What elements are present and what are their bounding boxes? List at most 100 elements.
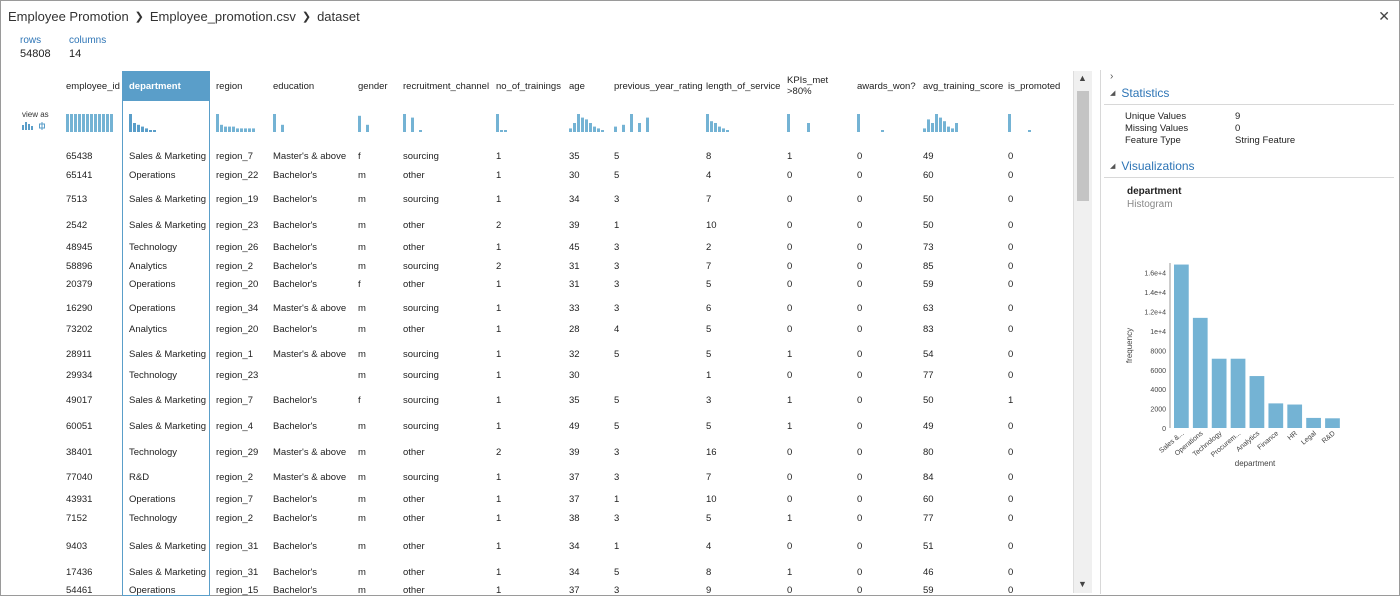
mini-histogram-bar [248,128,251,132]
table-row[interactable]: 73202 Analytics region_20 Bachelor's m other 1… [0,322,1070,337]
column-header-gender[interactable]: gender [358,71,398,101]
table-row[interactable]: 20379 Operations region_20 Bachelor's f other… [0,277,1070,292]
table-row[interactable]: 28911 Sales & Marketing region_1 Master's &… [0,343,1070,365]
x-tick-label: R&D [1321,430,1337,445]
histogram-bar[interactable] [1306,417,1321,428]
mini-histogram-bar [1008,114,1011,132]
column-header-previous-year-rating[interactable]: previous_year_rating [614,71,704,101]
histogram-bar[interactable] [1174,264,1189,428]
table-cell-department: Analytics [129,261,168,272]
table-cell-awards-won-: 0 [857,540,863,552]
collapse-triangle-icon: ◢ [1110,90,1116,97]
histogram-bar[interactable] [1192,317,1208,428]
histogram-bar[interactable] [1325,418,1340,428]
table-row[interactable]: 58896 Analytics region_2 Bachelor's m sourcin… [0,259,1070,274]
table-cell-recruitment-channel: other [403,324,425,335]
column-header-department[interactable]: department [122,71,210,101]
table-cell-previous-year-rating: 4 [614,324,620,335]
column-header-region[interactable]: region [216,71,271,101]
table-cell-kpis-met-80-: 0 [787,324,793,335]
mini-histogram-bar [94,114,97,132]
column-header-education[interactable]: education [273,71,353,101]
table-row[interactable]: 77040 R&D region_2 Master's & above m sourcin… [0,466,1070,488]
table-cell-region: region_34 [216,302,259,314]
mini-histogram-bar [244,128,247,132]
scroll-down-icon[interactable]: ▼ [1078,579,1087,589]
table-cell-no-of-trainings: 1 [496,194,502,205]
table-row[interactable]: 7513 Sales & Marketing region_19 Bachelor's… [0,187,1070,212]
column-header-age[interactable]: age [569,71,609,101]
histogram-bar[interactable] [1249,376,1265,428]
mini-histogram-bar [577,114,580,132]
column-header-kpis-met-80-[interactable]: KPIs_met >80% [787,71,855,101]
table-cell-length-of-service: 5 [706,324,712,335]
visualizations-section-header[interactable]: ◢ Visualizations [1110,159,1394,173]
table-row[interactable]: 17436 Sales & Marketing region_31 Bachelor'… [0,561,1070,583]
table-cell-region: region_26 [216,242,259,253]
expand-panel-icon[interactable]: › [1110,71,1394,82]
table-cell-employee-id: 2542 [66,219,88,231]
table-row[interactable]: 7152 Technology region_2 Bachelor's m other 1 3… [0,511,1070,526]
y-tick-label: 2000 [1150,407,1166,414]
scroll-up-icon[interactable]: ▲ [1078,73,1087,83]
mini-histogram-bar [86,114,89,132]
column-header-avg-training-score[interactable]: avg_training_score [923,71,1007,101]
table-row[interactable]: 29934 Technology region_23 m sourcing 1 30 1 0 0 7… [0,368,1070,383]
table-cell-is-promoted: 0 [1008,446,1014,458]
column-header-awards-won-[interactable]: awards_won? [857,71,921,101]
histogram-bar[interactable] [1287,404,1303,428]
table-cell-region: region_20 [216,279,259,290]
table-row[interactable]: 9403 Sales & Marketing region_31 Bachelor's… [0,535,1070,557]
close-icon[interactable]: ✕ [1378,8,1390,25]
table-row[interactable]: 48945 Technology region_26 Bachelor's m other… [0,240,1070,255]
mini-histogram-bar [224,126,227,132]
table-cell-awards-won-: 0 [857,279,863,290]
mini-histogram-bar [787,114,790,132]
breadcrumb-item-project[interactable]: Employee Promotion [8,9,129,24]
table-cell-avg-training-score: 50 [923,219,934,231]
table-cell-no-of-trainings: 2 [496,261,502,272]
table-cell-previous-year-rating: 3 [614,242,620,253]
scrollbar-thumb[interactable] [1077,91,1089,201]
column-header-recruitment-channel[interactable]: recruitment_channel [403,71,493,101]
table-row[interactable]: 16290 Operations region_34 Master's & above… [0,297,1070,319]
table-cell-education: Bachelor's [273,420,318,432]
table-cell-age: 35 [569,394,580,406]
column-header-length-of-service[interactable]: length_of_service [706,71,784,101]
column-header-is-promoted[interactable]: is_promoted [1008,71,1064,101]
table-cell-employee-id: 28911 [66,348,92,360]
table-row[interactable]: 2542 Sales & Marketing region_23 Bachelor's… [0,214,1070,236]
table-cell-age: 34 [569,566,580,578]
table-row[interactable]: 65438 Sales & Marketing region_7 Master's &… [0,146,1070,166]
table-cell-age: 39 [569,446,580,458]
stat-label: Unique Values [1125,111,1187,122]
vertical-scrollbar[interactable]: ▲ ▼ [1073,71,1092,593]
table-cell-kpis-met-80-: 0 [787,219,793,231]
stat-value: 9 [1235,111,1241,122]
table-row[interactable]: 38401 Technology region_29 Master's & above… [0,441,1070,463]
histogram-bar[interactable] [1230,358,1246,428]
mini-histogram-bar [149,130,152,132]
breadcrumb-item-file[interactable]: Employee_promotion.csv [150,9,296,24]
column-header-employee-id[interactable]: employee_id [66,71,122,101]
column-header-no-of-trainings[interactable]: no_of_trainings [496,71,566,101]
table-row[interactable]: 43931 Operations region_7 Bachelor's m other 1… [0,492,1070,507]
table-row[interactable]: 49017 Sales & Marketing region_7 Bachelor's… [0,389,1070,411]
table-cell-gender: m [358,494,366,505]
panel-divider [1100,70,1101,594]
statistics-section-header[interactable]: ◢ Statistics [1110,86,1394,100]
histogram-bar[interactable] [1268,403,1284,428]
histogram-bar[interactable] [1211,358,1227,428]
table-row[interactable]: 65141 Operations region_22 Bachelor's m other… [0,168,1070,183]
table-cell-department: Sales & Marketing [129,194,207,205]
mini-histogram-bar [74,114,77,132]
table-cell-age: 39 [569,219,580,231]
mini-histogram-bar [220,124,223,132]
table-cell-department: Operations [129,279,176,290]
table-cell-length-of-service: 4 [706,540,712,552]
table-cell-education: Bachelor's [273,219,318,231]
mini-histogram-bar [496,114,499,132]
table-row[interactable]: 60051 Sales & Marketing region_4 Bachelor's… [0,415,1070,437]
table-cell-recruitment-channel: sourcing [403,348,439,360]
table-cell-region: region_2 [216,261,253,272]
